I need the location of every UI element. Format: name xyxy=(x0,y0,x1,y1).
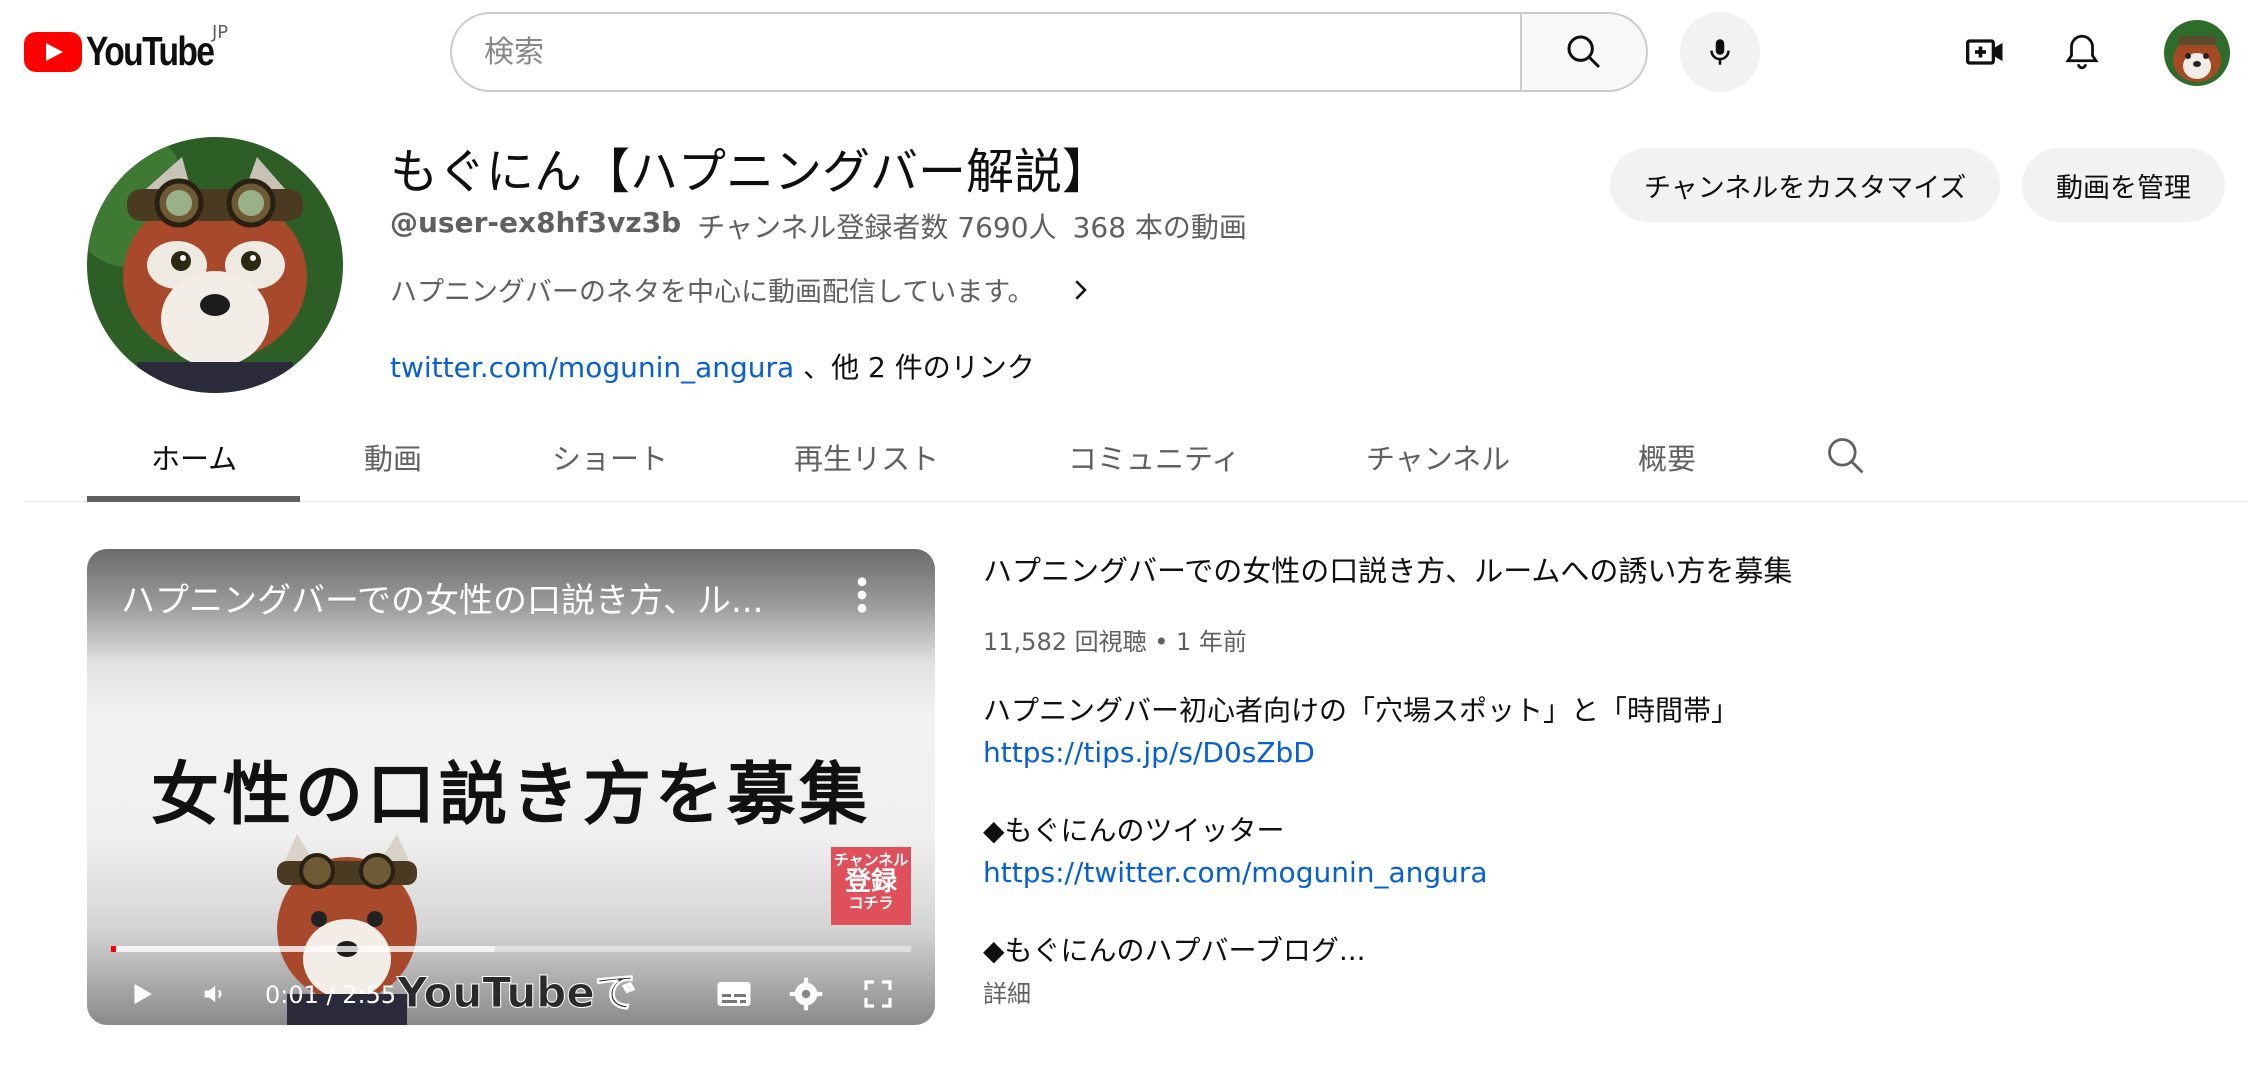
channel-meta: @user-ex8hf3vz3b チャンネル登録者数 7690人 368 本の動… xyxy=(390,206,1247,246)
more-vert-icon xyxy=(857,577,867,613)
playback-time: 0:01 / 2:55 xyxy=(265,981,397,1009)
tab-about[interactable]: 概要 xyxy=(1638,436,1696,478)
thumbnail-caption: 女性の口説き方を募集 xyxy=(150,756,871,835)
featured-video-title[interactable]: ハプニングバーでの女性の口説き方、ルームへの誘い方を募集 xyxy=(983,548,1792,590)
play-icon xyxy=(134,984,152,1004)
channel-name: もぐにん【ハプニングバー解説】 xyxy=(390,144,1111,200)
top-bar: YouTube JP xyxy=(0,0,2248,104)
description-line: ◆もぐにんのツイッター xyxy=(983,814,1285,847)
search-box xyxy=(450,12,1523,92)
badge-bottom-text: コチラ xyxy=(848,894,894,913)
volume-button[interactable] xyxy=(189,969,239,1019)
settings-button[interactable] xyxy=(781,969,831,1019)
player-title[interactable]: ハプニングバーでの女性の口説き方、ル... xyxy=(121,573,801,622)
chevron-right-icon[interactable] xyxy=(1065,275,1095,305)
search-icon xyxy=(1567,35,1601,69)
subscribe-badge[interactable]: チャンネル 登録 コチラ xyxy=(831,847,911,925)
notifications-button[interactable] xyxy=(2052,22,2112,82)
channel-links: twitter.com/mogunin_angura 、他 2 件のリンク xyxy=(390,346,1035,386)
gear-icon xyxy=(789,977,823,1011)
description-line: ◆もぐにんのハプバーブログ... xyxy=(983,934,1366,967)
progress-played xyxy=(111,946,116,952)
channel-search-button[interactable] xyxy=(1824,434,1868,478)
manage-videos-button[interactable]: 動画を管理 xyxy=(2022,148,2225,222)
logo-country-code: JP xyxy=(212,22,229,43)
subscriber-count: チャンネル登録者数 7690人 xyxy=(697,211,1057,244)
youtube-logo[interactable]: YouTube xyxy=(24,28,241,75)
tab-channels[interactable]: チャンネル xyxy=(1366,436,1510,478)
more-options-button[interactable] xyxy=(847,573,877,617)
volume-icon xyxy=(204,985,222,1003)
play-button[interactable] xyxy=(117,969,167,1019)
more-links[interactable]: 、他 2 件のリンク xyxy=(803,351,1035,384)
progress-bar[interactable] xyxy=(111,946,911,952)
fullscreen-button[interactable] xyxy=(853,969,903,1019)
search-input[interactable] xyxy=(484,34,1523,70)
search-button[interactable] xyxy=(1520,12,1648,92)
customize-channel-button[interactable]: チャンネルをカスタマイズ xyxy=(1610,148,2001,222)
featured-video-player[interactable]: 女性の口説き方を募集 チャンネル 登録 コチラ YouTubeで ハプニングバー… xyxy=(87,549,935,1025)
video-create-icon xyxy=(1966,39,2003,65)
bell-icon xyxy=(2065,34,2099,70)
channel-description-text: ハプニングバーのネタを中心に動画配信しています。 xyxy=(390,277,1035,308)
read-more-link[interactable]: 詳細 xyxy=(983,974,1031,1009)
tab-shorts[interactable]: ショート xyxy=(552,436,668,478)
create-button[interactable] xyxy=(1956,22,2016,82)
active-tab-indicator xyxy=(87,496,300,502)
fullscreen-icon xyxy=(864,980,892,1008)
subtitles-icon xyxy=(717,982,751,1006)
overlay-text: YouTubeで xyxy=(397,968,638,1018)
youtube-play-icon xyxy=(24,31,82,72)
description-link[interactable]: https://twitter.com/mogunin_angura xyxy=(983,856,1488,889)
featured-video-stats: 11,582 回視聴 • 1 年前 xyxy=(983,628,1247,656)
tab-home[interactable]: ホーム xyxy=(151,436,237,478)
description-link[interactable]: https://tips.jp/s/D0sZbD xyxy=(983,736,1315,769)
tab-playlists[interactable]: 再生リスト xyxy=(794,436,939,478)
red-panda-avatar-icon xyxy=(2164,20,2230,86)
description-line: ハプニングバー初心者向けの「穴場スポット」と「時間帯」 xyxy=(983,694,1740,727)
video-count: 368 本の動画 xyxy=(1072,211,1247,244)
microphone-icon xyxy=(1710,39,1730,65)
account-avatar[interactable] xyxy=(2164,20,2230,86)
channel-twitter-link[interactable]: twitter.com/mogunin_angura xyxy=(390,351,794,384)
channel-tabs: ホーム 動画 ショート 再生リスト コミュニティ チャンネル 概要 xyxy=(24,414,2248,502)
featured-video-description: ハプニングバー初心者向けの「穴場スポット」と「時間帯」 https://tips… xyxy=(983,690,1739,972)
tab-videos[interactable]: 動画 xyxy=(364,436,422,478)
tab-community[interactable]: コミュニティ xyxy=(1068,436,1240,478)
channel-handle: @user-ex8hf3vz3b xyxy=(390,206,682,239)
search-icon xyxy=(1828,438,1864,474)
channel-avatar xyxy=(87,137,343,393)
red-panda-avatar-icon xyxy=(87,137,343,393)
badge-main-text: 登録 xyxy=(844,866,897,897)
progress-loaded xyxy=(111,946,495,952)
voice-search-button[interactable] xyxy=(1680,12,1760,92)
logo-text: YouTube xyxy=(86,28,215,74)
subtitles-button[interactable] xyxy=(709,969,759,1019)
channel-description[interactable]: ハプニングバーのネタを中心に動画配信しています。 xyxy=(390,270,1095,309)
